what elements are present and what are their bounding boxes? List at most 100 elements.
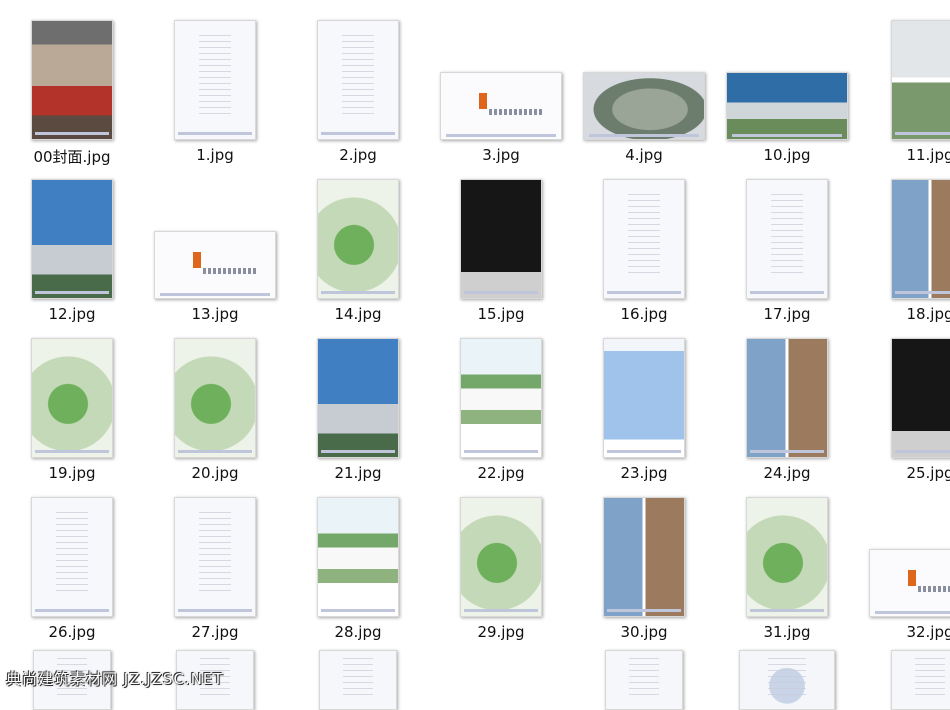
file-thumbnail — [891, 179, 950, 299]
logo-mark — [193, 251, 202, 268]
file-item[interactable]: 21.jpg — [288, 328, 428, 488]
file-item[interactable]: 29.jpg — [431, 487, 571, 647]
file-thumbnail[interactable] — [605, 650, 683, 710]
logo-text-lines — [918, 586, 950, 593]
page-footer-bar — [731, 134, 843, 138]
file-thumbnail[interactable] — [739, 650, 835, 710]
file-name-label: 12.jpg — [48, 305, 96, 323]
file-item[interactable]: 32.jpg — [860, 487, 950, 647]
file-thumbnail[interactable] — [319, 650, 397, 710]
page-footer-bar — [445, 134, 557, 138]
file-name-label: 27.jpg — [191, 623, 239, 641]
thumbnail-frame — [717, 328, 857, 460]
file-item[interactable]: 23.jpg — [574, 328, 714, 488]
file-thumbnail — [31, 179, 113, 299]
file-name-label: 1.jpg — [196, 146, 234, 164]
file-thumbnail — [174, 338, 256, 458]
thumbnail-frame — [431, 169, 571, 301]
file-thumbnail — [869, 549, 950, 617]
thumbnail-frame — [860, 10, 950, 142]
thumbnail-frame — [574, 10, 714, 142]
file-item[interactable]: 1.jpg — [145, 10, 285, 170]
file-name-label: 29.jpg — [477, 623, 525, 641]
thumbnail-frame — [2, 487, 142, 619]
file-name-label: 24.jpg — [763, 464, 811, 482]
file-item[interactable]: 4.jpg — [574, 10, 714, 170]
page-footer-bar — [321, 609, 395, 613]
page-footer-bar — [35, 609, 109, 613]
file-name-label: 14.jpg — [334, 305, 382, 323]
file-item[interactable]: 14.jpg — [288, 169, 428, 329]
thumbnail-frame — [288, 169, 428, 301]
file-item[interactable]: 3.jpg — [431, 10, 571, 170]
file-thumbnail — [440, 72, 562, 140]
page-footer-bar — [895, 291, 950, 295]
text-lines — [342, 657, 374, 699]
thumbnail-frame — [717, 487, 857, 619]
page-footer-bar — [35, 132, 109, 136]
page-footer-bar — [178, 450, 252, 454]
file-name-label: 22.jpg — [477, 464, 525, 482]
thumbnail-frame — [288, 487, 428, 619]
thumbnail-frame — [145, 328, 285, 460]
file-thumbnail — [603, 497, 685, 617]
page-footer-bar — [178, 132, 252, 136]
page-footer-bar — [464, 450, 538, 454]
file-item[interactable]: 26.jpg — [2, 487, 142, 647]
file-item[interactable]: 12.jpg — [2, 169, 142, 329]
file-item[interactable]: 10.jpg — [717, 10, 857, 170]
text-lines — [342, 35, 374, 118]
file-name-label: 10.jpg — [763, 146, 811, 164]
thumbnail-frame — [431, 10, 571, 142]
file-thumbnail — [317, 20, 399, 140]
thumbnail-frame — [431, 328, 571, 460]
page-footer-bar — [321, 132, 395, 136]
page-footer-bar — [321, 450, 395, 454]
file-name-label: 13.jpg — [191, 305, 239, 323]
thumbnail-frame — [431, 487, 571, 619]
file-item[interactable]: 17.jpg — [717, 169, 857, 329]
file-name-label: 25.jpg — [906, 464, 950, 482]
file-item[interactable]: 30.jpg — [574, 487, 714, 647]
page-footer-bar — [895, 132, 950, 136]
file-item[interactable]: 2.jpg — [288, 10, 428, 170]
file-thumbnail — [31, 20, 113, 140]
file-thumbnail — [317, 338, 399, 458]
file-item[interactable]: 15.jpg — [431, 169, 571, 329]
file-item[interactable]: 19.jpg — [2, 328, 142, 488]
text-lines — [768, 657, 806, 699]
file-thumbnail — [726, 72, 848, 140]
page-footer-bar — [588, 134, 700, 138]
file-item[interactable]: 13.jpg — [145, 169, 285, 329]
file-item[interactable]: 16.jpg — [574, 169, 714, 329]
file-name-label: 18.jpg — [906, 305, 950, 323]
file-item[interactable]: 27.jpg — [145, 487, 285, 647]
file-item[interactable]: 18.jpg — [860, 169, 950, 329]
text-lines — [628, 194, 660, 277]
thumbnail-frame — [2, 10, 142, 142]
file-name-label: 15.jpg — [477, 305, 525, 323]
text-lines — [628, 657, 660, 699]
page-footer-bar — [895, 450, 950, 454]
page-footer-bar — [464, 291, 538, 295]
file-name-label: 23.jpg — [620, 464, 668, 482]
thumbnail-frame — [717, 10, 857, 142]
file-item[interactable]: 28.jpg — [288, 487, 428, 647]
text-lines — [914, 657, 946, 699]
page-footer-bar — [464, 609, 538, 613]
file-thumbnail — [603, 338, 685, 458]
file-item[interactable]: 31.jpg — [717, 487, 857, 647]
file-item[interactable]: 25.jpg — [860, 328, 950, 488]
file-item[interactable]: 11.jpg — [860, 10, 950, 170]
file-thumbnail[interactable] — [891, 650, 950, 710]
thumbnail-frame — [717, 169, 857, 301]
text-lines — [771, 194, 803, 277]
file-thumbnail — [746, 179, 828, 299]
file-item[interactable]: 22.jpg — [431, 328, 571, 488]
file-item[interactable]: 24.jpg — [717, 328, 857, 488]
file-thumbnail — [317, 497, 399, 617]
file-thumbnail — [31, 338, 113, 458]
page-footer-bar — [750, 291, 824, 295]
file-item[interactable]: 20.jpg — [145, 328, 285, 488]
file-item[interactable]: 00封面.jpg — [2, 10, 142, 170]
